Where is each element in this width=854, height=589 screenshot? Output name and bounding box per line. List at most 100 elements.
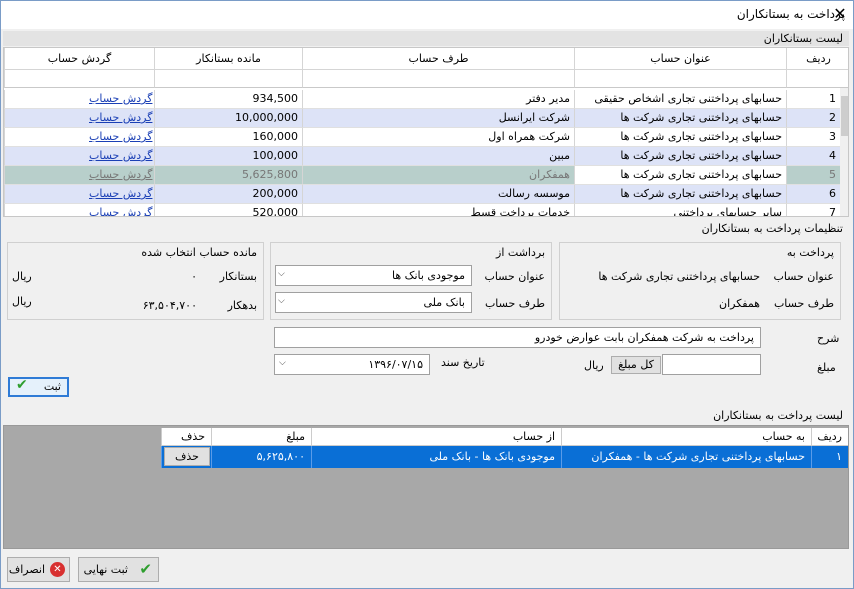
withdraw-from-group: برداشت از عنوان حساب موجودی بانک ها ⌵ طر… <box>270 242 552 320</box>
date-value: ۱۳۹۶/۰۷/۱۵ <box>368 358 423 371</box>
col-account-title[interactable]: عنوان حساب <box>574 48 786 70</box>
selected-balance-group: مانده حساب انتخاب شده بستانکار ۰ ریال بد… <box>7 242 264 320</box>
check-icon: ✔ <box>16 377 28 393</box>
amount-input[interactable] <box>662 354 761 375</box>
vertical-scrollbar[interactable] <box>840 88 848 216</box>
turnover-link[interactable]: گردش حساب <box>4 204 154 216</box>
cancel-icon: ✕ <box>50 562 65 577</box>
filter-turnover[interactable] <box>4 70 154 88</box>
creditors-section-header: لیست بستانکاران <box>3 31 849 46</box>
pcol-delete[interactable]: حذف <box>161 428 211 446</box>
party-cell: مدیر دفتر <box>302 90 574 109</box>
pay-to-title: پرداخت به <box>786 246 834 259</box>
col-turnover[interactable]: گردش حساب <box>4 48 154 70</box>
cancel-button[interactable]: انصراف ✕ <box>7 557 70 582</box>
balance-cell: 5,625,800 <box>154 166 302 185</box>
withdraw-from-title: برداشت از <box>496 246 545 259</box>
register-button[interactable]: ثبت ✔ <box>8 377 69 397</box>
col-row[interactable]: ردیف <box>786 48 848 70</box>
pay-to-group: پرداخت به عنوان حساب حسابهای پرداختنی تج… <box>559 242 841 320</box>
chevron-down-icon[interactable]: ⌵ <box>279 358 286 368</box>
chevron-down-icon[interactable]: ⌵ <box>278 269 285 279</box>
delete-button[interactable]: حذف <box>164 447 210 466</box>
debit-label: بدهکار <box>227 299 257 312</box>
payment-row-delete-cell: حذف <box>161 446 211 468</box>
table-row[interactable]: گردش حساب 100,000 مبین حسابهای پرداختنی تجا… <box>4 147 840 166</box>
account-cell: حسابهای پرداختنی تجاری شرکت ها <box>574 166 786 185</box>
col-party[interactable]: طرف حساب <box>302 48 574 70</box>
date-label: تاریخ سند <box>441 356 485 369</box>
party-cell: شرکت ایرانسل <box>302 109 574 128</box>
row-number-cell: 4 <box>786 147 840 166</box>
pcol-row[interactable]: ردیف <box>811 428 848 446</box>
withdraw-party-select[interactable]: بانک ملی ⌵ <box>275 292 472 313</box>
check-icon: ✔ <box>139 560 152 578</box>
final-register-label: ثبت نهایی <box>83 563 128 576</box>
pay-to-party-value: همفکران <box>718 297 760 310</box>
payments-section-header: لیست پرداخت به بستانکاران <box>3 408 849 423</box>
payment-row-amount[interactable]: ۵,۶۲۵,۸۰۰ <box>211 446 311 468</box>
withdraw-account-label: عنوان حساب <box>484 270 545 283</box>
payment-row-from[interactable]: موجودی بانک ها - بانک ملی <box>311 446 561 468</box>
pay-to-account-value: حسابهای پرداختنی تجاری شرکت ها <box>598 270 760 283</box>
pay-to-party-label: طرف حساب <box>773 297 834 310</box>
full-amount-button[interactable]: کل مبلغ <box>611 356 661 374</box>
scrollbar-thumb[interactable] <box>841 96 848 136</box>
final-register-button[interactable]: ثبت نهایی ✔ <box>78 557 159 582</box>
filter-balance[interactable] <box>154 70 302 88</box>
withdraw-party-label: طرف حساب <box>484 297 545 310</box>
payment-row-number[interactable]: ۱ <box>811 446 848 468</box>
debit-value: ۶۳,۵۰۴,۷۰۰ <box>142 299 197 312</box>
table-row[interactable]: گردش حساب 934,500 مدیر دفتر حسابهای پرداختن… <box>4 90 840 109</box>
account-cell: سایر حسابهای پرداختنی <box>574 204 786 216</box>
withdraw-account-value: موجودی بانک ها <box>391 269 465 282</box>
close-icon[interactable]: ✕ <box>831 4 849 24</box>
row-number-cell: 7 <box>786 204 840 216</box>
party-cell: موسسه رسالت <box>302 185 574 204</box>
table-row[interactable]: گردش حساب 520,000 خدمات پرداخت قسط سایر حسا… <box>4 204 840 216</box>
table-row[interactable]: گردش حساب 200,000 موسسه رسالت حسابهای پرداخ… <box>4 185 840 204</box>
turnover-link[interactable]: گردش حساب <box>4 109 154 128</box>
col-balance[interactable]: مانده بستانکار <box>154 48 302 70</box>
register-button-label: ثبت <box>43 380 61 393</box>
description-input[interactable]: پرداخت به شرکت همفکران بابت عوارض خودرو <box>274 327 761 348</box>
amount-label: مبلغ <box>817 361 836 374</box>
turnover-link[interactable]: گردش حساب <box>4 185 154 204</box>
withdraw-party-value: بانک ملی <box>423 296 465 309</box>
pcol-to-account[interactable]: به حساب <box>561 428 811 446</box>
account-cell: حسابهای پرداختنی تجاری اشخاص حقیقی <box>574 90 786 109</box>
table-row[interactable]: گردش حساب 160,000 شرکت همراه اول حسابهای پر… <box>4 128 840 147</box>
pcol-from-account[interactable]: از حساب <box>311 428 561 446</box>
account-cell: حسابهای پرداختنی تجاری شرکت ها <box>574 109 786 128</box>
turnover-link[interactable]: گردش حساب <box>4 128 154 147</box>
table-row[interactable]: گردش حساب 10,000,000 شرکت ایرانسل حسابهای پ… <box>4 109 840 128</box>
debit-unit: ریال <box>12 295 32 308</box>
filter-account-title[interactable] <box>574 70 786 88</box>
title-bar: پرداخت به بستانکاران ✕ <box>1 1 853 29</box>
row-number-cell: 1 <box>786 90 840 109</box>
filter-row[interactable] <box>786 70 848 88</box>
filter-party[interactable] <box>302 70 574 88</box>
balance-cell: 160,000 <box>154 128 302 147</box>
table-row[interactable]: گردش حساب 5,625,800 همفکران حسابهای پرداختن… <box>4 166 840 185</box>
cancel-label: انصراف <box>8 563 45 576</box>
account-cell: حسابهای پرداختنی تجاری شرکت ها <box>574 185 786 204</box>
pcol-amount[interactable]: مبلغ <box>211 428 311 446</box>
amount-unit: ریال <box>584 359 604 372</box>
payment-row-to[interactable]: حسابهای پرداختنی تجاری شرکت ها - همفکران <box>561 446 811 468</box>
window-title: پرداخت به بستانکاران <box>736 7 845 21</box>
account-cell: حسابهای پرداختنی تجاری شرکت ها <box>574 147 786 166</box>
date-input[interactable]: ۱۳۹۶/۰۷/۱۵ ⌵ <box>274 354 430 375</box>
withdraw-account-select[interactable]: موجودی بانک ها ⌵ <box>275 265 472 286</box>
party-cell: شرکت همراه اول <box>302 128 574 147</box>
balance-cell: 10,000,000 <box>154 109 302 128</box>
turnover-link[interactable]: گردش حساب <box>4 166 154 185</box>
credit-value: ۰ <box>191 270 197 283</box>
payment-dialog: پرداخت به بستانکاران ✕ لیست بستانکاران گ… <box>0 0 854 589</box>
row-number-cell: 6 <box>786 185 840 204</box>
credit-label: بستانکار <box>219 270 257 283</box>
turnover-link[interactable]: گردش حساب <box>4 147 154 166</box>
chevron-down-icon[interactable]: ⌵ <box>278 296 285 306</box>
account-cell: حسابهای پرداختنی تجاری شرکت ها <box>574 128 786 147</box>
turnover-link[interactable]: گردش حساب <box>4 90 154 109</box>
